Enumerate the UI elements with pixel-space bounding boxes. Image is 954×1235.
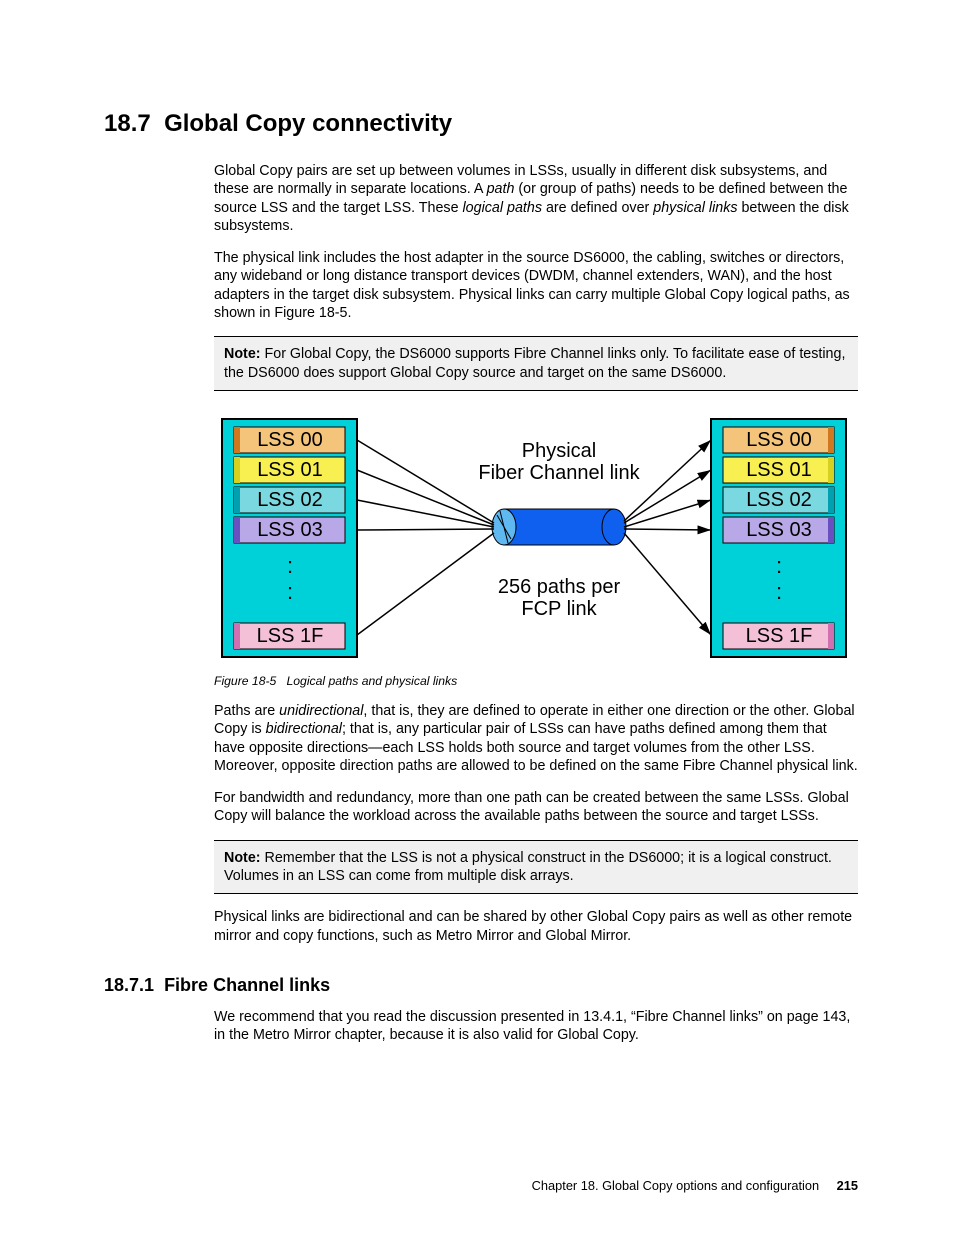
section-number: 18.7 — [104, 110, 151, 137]
paragraph: For bandwidth and redundancy, more than … — [214, 789, 858, 826]
svg-text:Physical: Physical — [522, 440, 596, 462]
note-box: Note: For Global Copy, the DS6000 suppor… — [214, 336, 858, 391]
svg-text:LSS 03: LSS 03 — [257, 519, 323, 541]
section-heading: 18.7 Global Copy connectivity — [104, 110, 858, 138]
figure-caption: Figure 18-5 Logical paths and physical l… — [214, 674, 858, 688]
svg-text::: : — [287, 553, 293, 578]
note-box: Note: Remember that the LSS is not a phy… — [214, 840, 858, 895]
footer-chapter: Chapter 18. Global Copy options and conf… — [532, 1178, 819, 1193]
subsection-title: Fibre Channel links — [164, 975, 330, 995]
svg-text:256 paths per: 256 paths per — [498, 576, 621, 598]
paragraph: Physical links are bidirectional and can… — [214, 908, 858, 945]
svg-text:LSS 02: LSS 02 — [257, 489, 323, 511]
svg-text::: : — [287, 579, 293, 604]
svg-text:LSS 00: LSS 00 — [746, 429, 812, 451]
svg-text::: : — [776, 579, 782, 604]
page-footer: Chapter 18. Global Copy options and conf… — [532, 1178, 858, 1193]
page: 18.7 Global Copy connectivity Global Cop… — [0, 0, 954, 1119]
note-text: Remember that the LSS is not a physical … — [224, 850, 832, 884]
figure-svg: LSS 00 LSS 01 LSS 02 LSS 03 LSS 1F : : — [214, 415, 854, 663]
svg-text:LSS 00: LSS 00 — [257, 429, 323, 451]
svg-text:Fiber Channel link: Fiber Channel link — [478, 462, 640, 484]
figure: LSS 00 LSS 01 LSS 02 LSS 03 LSS 1F : : — [214, 415, 858, 668]
svg-text:FCP link: FCP link — [521, 598, 597, 620]
subsection-heading: 18.7.1 Fibre Channel links — [104, 975, 858, 996]
note-text: For Global Copy, the DS6000 supports Fib… — [224, 346, 845, 380]
svg-text:LSS 02: LSS 02 — [746, 489, 812, 511]
page-number: 215 — [837, 1178, 858, 1193]
paragraph: Paths are unidirectional, that is, they … — [214, 702, 858, 775]
body-column: We recommend that you read the discussio… — [214, 1008, 858, 1045]
svg-text:LSS 1F: LSS 1F — [746, 625, 813, 647]
svg-text::: : — [776, 553, 782, 578]
section-title: Global Copy connectivity — [164, 110, 452, 137]
paragraph: We recommend that you read the discussio… — [214, 1008, 858, 1045]
body-column: Global Copy pairs are set up between vol… — [214, 162, 858, 945]
note-label: Note: — [224, 346, 261, 362]
svg-text:LSS 03: LSS 03 — [746, 519, 812, 541]
svg-text:LSS 1F: LSS 1F — [257, 625, 324, 647]
subsection-number: 18.7.1 — [104, 975, 154, 995]
paragraph: The physical link includes the host adap… — [214, 249, 858, 322]
svg-text:LSS 01: LSS 01 — [257, 459, 323, 481]
paragraph: Global Copy pairs are set up between vol… — [214, 162, 858, 235]
note-label: Note: — [224, 850, 261, 866]
svg-text:LSS 01: LSS 01 — [746, 459, 812, 481]
